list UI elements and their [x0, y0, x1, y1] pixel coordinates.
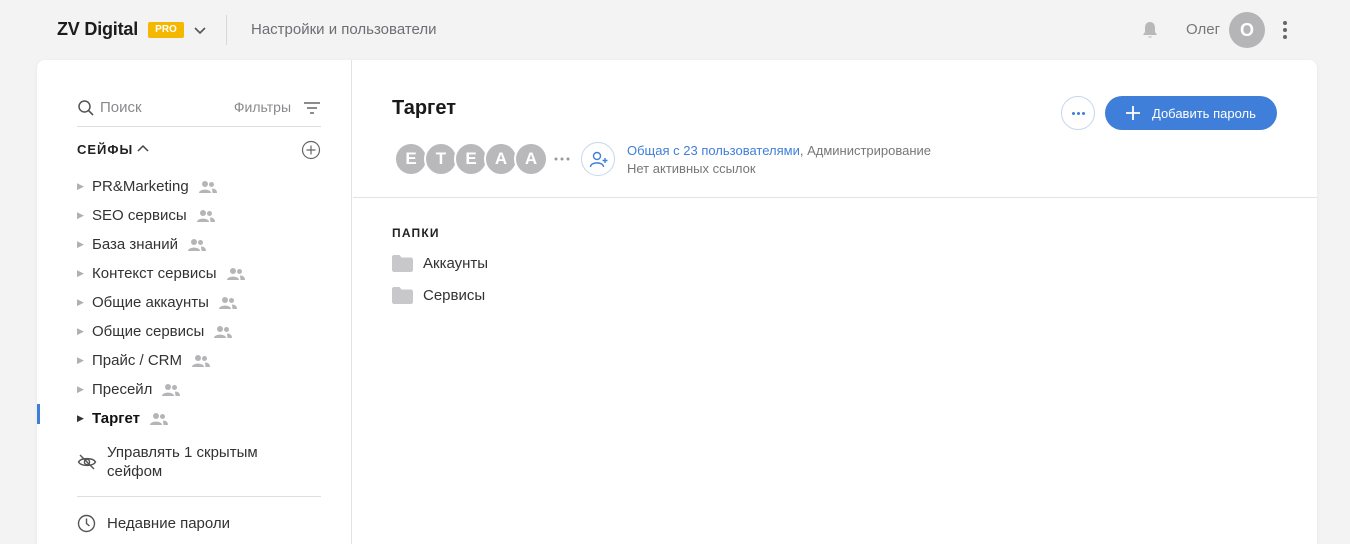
shared-users-icon — [218, 296, 237, 309]
add-password-label: Добавить пароль — [1152, 106, 1256, 121]
member-avatar[interactable]: A — [514, 142, 548, 176]
content-card: Поиск Фильтры СЕЙФЫ ▶ PR&Marketing ▶ SEO… — [37, 60, 1317, 544]
member-avatar[interactable]: E — [394, 142, 428, 176]
search-input[interactable]: Поиск — [100, 99, 142, 116]
safe-label: Общие сервисы — [92, 323, 205, 340]
member-avatar[interactable]: A — [484, 142, 518, 176]
safe-label: Контекст сервисы — [92, 265, 217, 282]
folder-label: Сервисы — [423, 287, 486, 304]
pro-badge: PRO — [148, 22, 184, 38]
member-avatar[interactable]: E — [454, 142, 488, 176]
dot — [1082, 112, 1085, 115]
expand-arrow-icon[interactable]: ▶ — [77, 355, 92, 366]
expand-arrow-icon[interactable]: ▶ — [77, 268, 92, 279]
search-icon — [78, 100, 94, 116]
safe-item-target[interactable]: ▶ Таргет — [77, 404, 337, 433]
add-password-button[interactable]: Добавить пароль — [1105, 96, 1277, 130]
expand-arrow-icon[interactable]: ▶ — [77, 210, 92, 221]
safe-label: PR&Marketing — [92, 178, 189, 195]
add-user-button[interactable] — [581, 142, 615, 176]
expand-arrow-icon[interactable]: ▶ — [77, 239, 92, 250]
safe-label: База знаний — [92, 236, 178, 253]
safe-item-knowledge-base[interactable]: ▶ База знаний — [77, 230, 337, 259]
sidebar-divider — [77, 496, 321, 497]
settings-and-users-link[interactable]: Настройки и пользователи — [251, 21, 437, 38]
dot — [1072, 112, 1075, 115]
recent-passwords-label: Недавние пароли — [107, 515, 231, 532]
more-options-button[interactable] — [1061, 96, 1095, 130]
shared-users-icon — [187, 238, 206, 251]
active-safe-indicator — [37, 404, 40, 424]
safe-details: Таргет Добавить пароль E T E A A Общая с… — [353, 60, 1317, 544]
user-avatar[interactable]: О — [1229, 12, 1265, 48]
shared-users-icon — [150, 412, 169, 425]
chevron-up-icon[interactable] — [135, 140, 151, 156]
add-safe-icon[interactable] — [301, 140, 321, 160]
add-user-icon — [589, 151, 608, 168]
shared-users-icon — [198, 180, 217, 193]
shared-users-icon — [226, 267, 245, 280]
member-avatar[interactable]: T — [424, 142, 458, 176]
top-header: ZV Digital PRO Настройки и пользователи … — [0, 0, 1350, 60]
filters-button[interactable]: Фильтры — [234, 99, 291, 115]
expand-arrow-icon[interactable]: ▶ — [77, 384, 92, 395]
safe-item-shared-services[interactable]: ▶ Общие сервисы — [77, 317, 337, 346]
folders-heading: ПАПКИ — [392, 226, 440, 240]
safe-item-presale[interactable]: ▶ Пресейл — [77, 375, 337, 404]
shared-users-icon — [196, 209, 215, 222]
header-divider — [226, 15, 227, 45]
filter-icon[interactable] — [303, 100, 321, 116]
user-name[interactable]: Олег — [1186, 21, 1220, 38]
chevron-down-icon[interactable] — [192, 22, 208, 38]
safe-label: SEO сервисы — [92, 207, 187, 224]
plus-icon — [1126, 106, 1140, 120]
eye-off-icon — [77, 454, 97, 470]
safes-sidebar: Поиск Фильтры СЕЙФЫ ▶ PR&Marketing ▶ SEO… — [37, 60, 352, 544]
folder-icon — [392, 255, 413, 272]
folder-icon — [392, 287, 413, 304]
expand-arrow-icon[interactable]: ▶ — [77, 326, 92, 337]
expand-arrow-icon[interactable]: ▶ — [77, 181, 92, 192]
safe-item-price-crm[interactable]: ▶ Прайс / CRM — [77, 346, 337, 375]
shared-users-icon — [162, 383, 181, 396]
safe-label: Таргет — [92, 410, 141, 427]
safe-item-pr-marketing[interactable]: ▶ PR&Marketing — [77, 172, 337, 201]
safe-item-seo[interactable]: ▶ SEO сервисы — [77, 201, 337, 230]
safe-list: ▶ PR&Marketing ▶ SEO сервисы ▶ База знан… — [77, 172, 337, 433]
search-bar[interactable]: Поиск Фильтры — [77, 97, 321, 127]
shared-users-icon — [192, 354, 211, 367]
dot — [1077, 112, 1080, 115]
expand-arrow-icon[interactable]: ▶ — [77, 413, 92, 424]
safe-label: Прайс / CRM — [92, 352, 183, 369]
more-members-icon[interactable] — [553, 156, 571, 162]
more-vertical-icon[interactable] — [1275, 19, 1295, 41]
manage-hidden-safes-label: Управлять 1 скрытым сейфом — [107, 444, 258, 480]
section-divider — [353, 197, 1317, 198]
clock-icon — [77, 514, 96, 533]
safe-item-context[interactable]: ▶ Контекст сервисы — [77, 259, 337, 288]
safes-heading[interactable]: СЕЙФЫ — [77, 142, 133, 157]
safe-item-shared-accounts[interactable]: ▶ Общие аккаунты — [77, 288, 337, 317]
shared-users-icon — [214, 325, 233, 338]
links-status: Нет активных ссылок — [627, 161, 756, 176]
access-level: , Администрирование — [799, 143, 932, 158]
safe-label: Пресейл — [92, 381, 153, 398]
bell-icon[interactable] — [1140, 20, 1160, 40]
sharing-info: Общая с 23 пользователями, Администриров… — [627, 142, 931, 178]
shared-with-link[interactable]: Общая с 23 пользователями — [627, 143, 800, 158]
workspace-name[interactable]: ZV Digital — [57, 19, 138, 40]
expand-arrow-icon[interactable]: ▶ — [77, 297, 92, 308]
folder-label: Аккаунты — [423, 255, 489, 272]
safe-title: Таргет — [392, 97, 457, 119]
safe-label: Общие аккаунты — [92, 294, 209, 311]
